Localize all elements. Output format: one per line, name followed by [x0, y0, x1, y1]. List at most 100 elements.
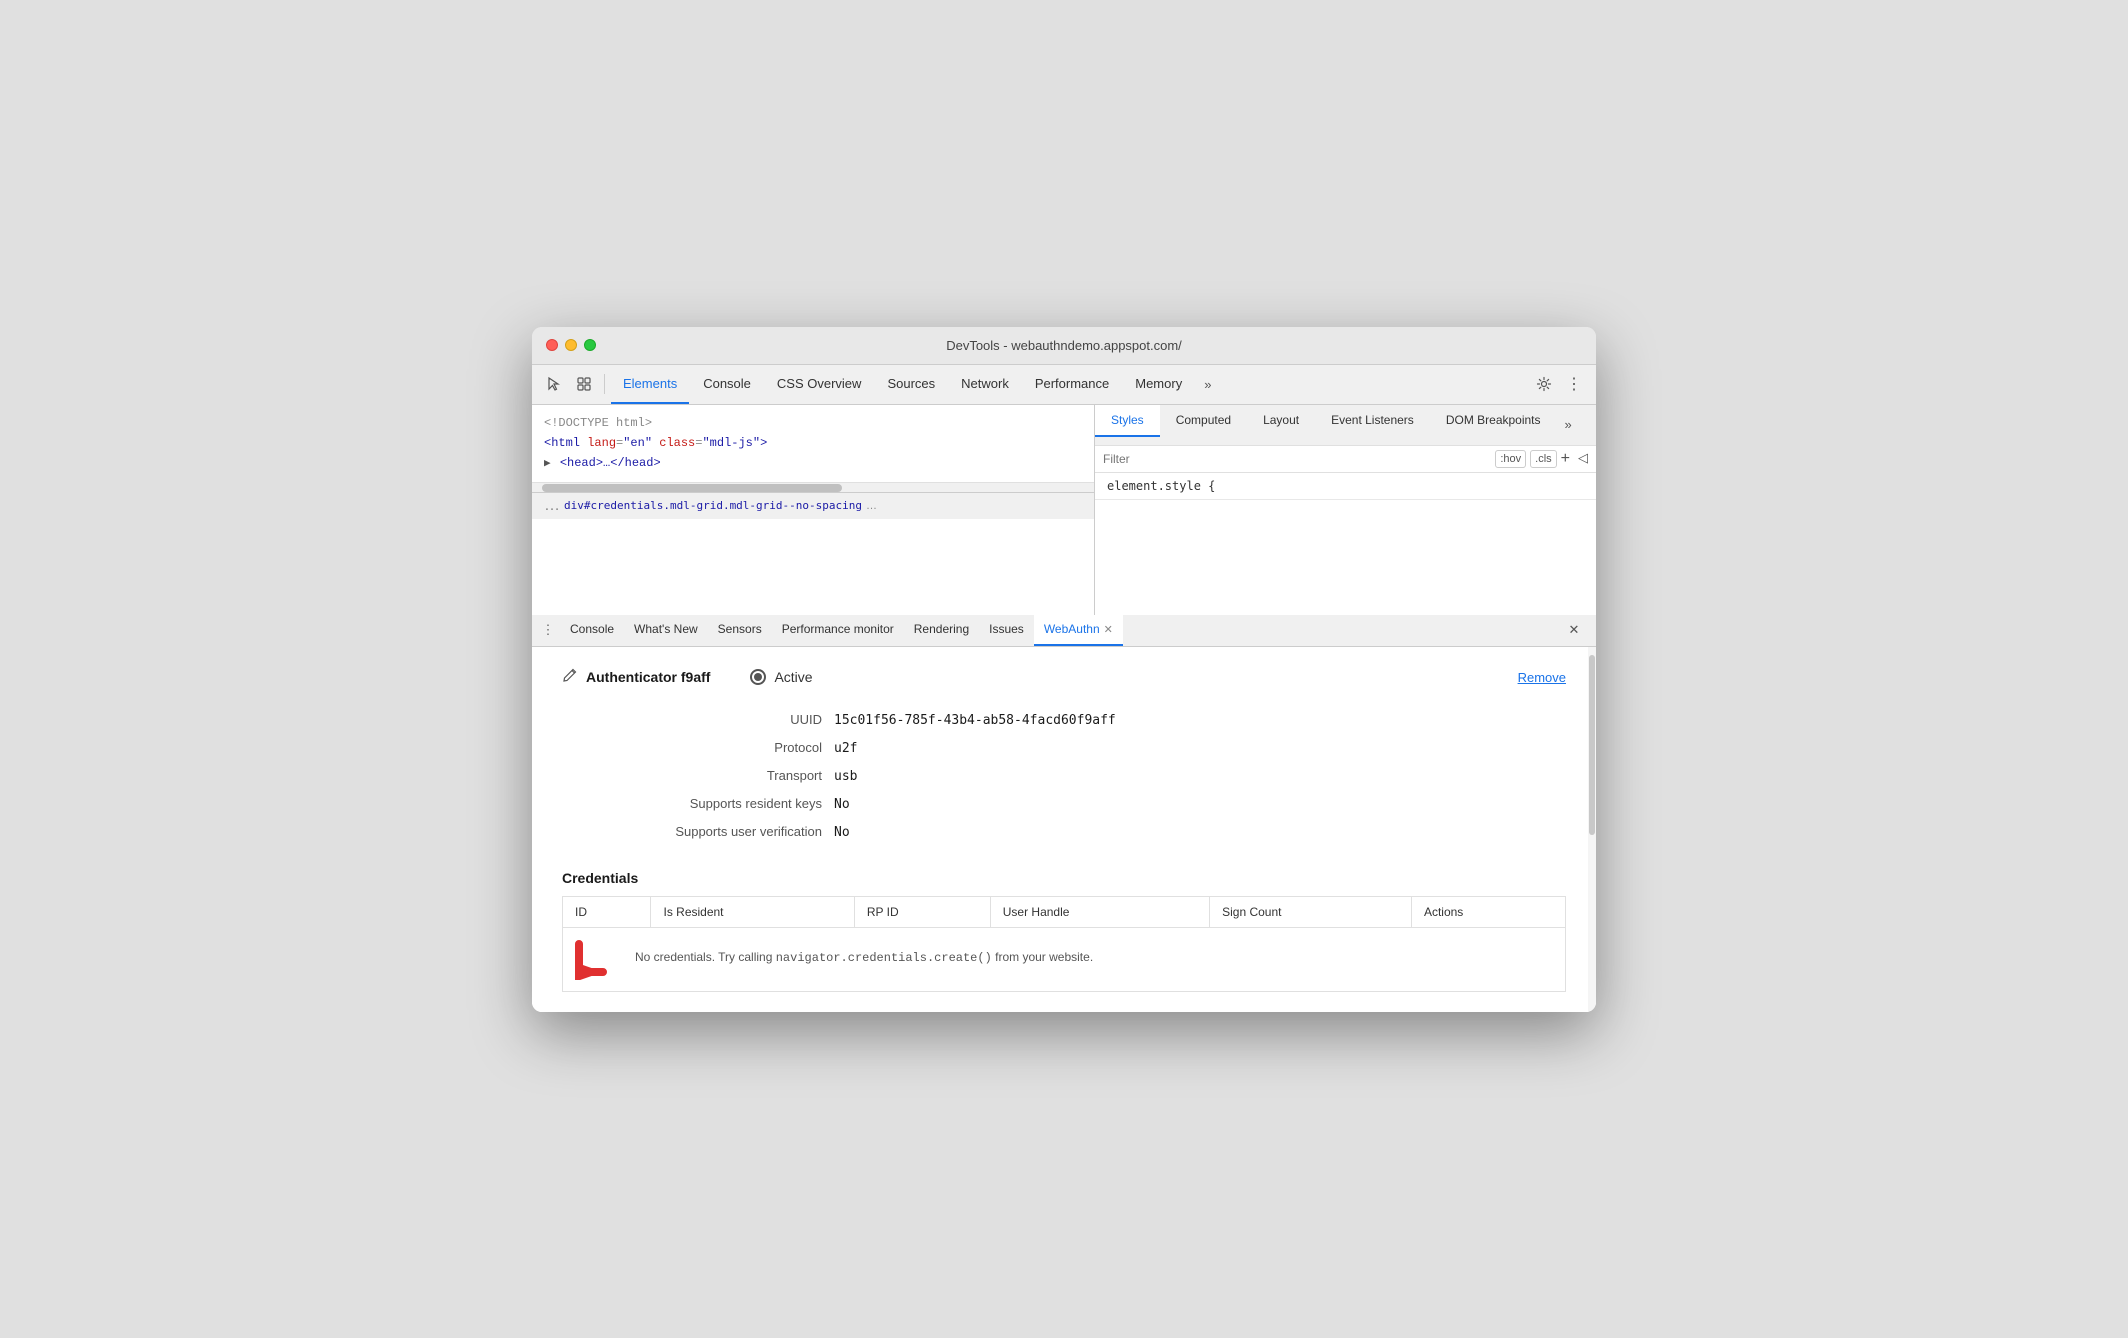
col-is-resident: Is Resident [651, 896, 854, 927]
style-tab-computed[interactable]: Computed [1160, 405, 1247, 437]
protocol-value: u2f [834, 741, 857, 756]
webauthn-tab-close[interactable]: ✕ [1104, 623, 1113, 636]
protocol-label: Protocol [602, 740, 822, 755]
credentials-table: ID Is Resident RP ID User Handle Sign Co… [562, 896, 1566, 992]
style-tab-layout[interactable]: Layout [1247, 405, 1315, 437]
tab-memory[interactable]: Memory [1123, 364, 1194, 404]
title-bar: DevTools - webauthndemo.appspot.com/ [532, 327, 1596, 365]
drawer-tab-console[interactable]: Console [560, 615, 624, 647]
no-credentials-row: No credentials. Try calling navigator.cr… [563, 927, 1566, 991]
radio-inner [754, 673, 762, 681]
devtools-toolbar: Elements Console CSS Overview Sources Ne… [532, 365, 1596, 405]
resident-keys-label: Supports resident keys [602, 796, 822, 811]
breadcrumb-dots[interactable]: … [544, 497, 560, 515]
style-tab-dom-breakpoints[interactable]: DOM Breakpoints [1430, 405, 1557, 437]
col-sign-count: Sign Count [1210, 896, 1412, 927]
drawer-menu-icon[interactable]: ⋮ [536, 616, 560, 644]
drawer-close-button[interactable]: ✕ [1564, 620, 1584, 640]
authenticator-header: Authenticator f9aff Active Remove [562, 667, 1566, 688]
maximize-button[interactable] [584, 339, 596, 351]
tab-css-overview[interactable]: CSS Overview [765, 364, 874, 404]
info-row-protocol: Protocol u2f [602, 740, 1566, 756]
no-credentials-cell: No credentials. Try calling navigator.cr… [563, 927, 1566, 991]
inspect-icon[interactable] [570, 370, 598, 398]
drawer-tab-webauthn[interactable]: WebAuthn ✕ [1034, 615, 1123, 647]
dom-line-2: <html lang="en" class="mdl-js"> [544, 433, 1082, 453]
col-rp-id: RP ID [854, 896, 990, 927]
drawer-tab-perf-monitor[interactable]: Performance monitor [772, 615, 904, 647]
breadcrumb: … div#credentials.mdl-grid.mdl-grid--no-… [532, 492, 1094, 519]
bottom-drawer: ⋮ Console What's New Sensors Performance… [532, 615, 1596, 1012]
drawer-tab-whats-new[interactable]: What's New [624, 615, 708, 647]
no-credentials-text: No credentials. Try calling navigator.cr… [635, 950, 1093, 965]
styles-tabs: Styles Computed Layout Event Listeners D… [1095, 405, 1596, 446]
breadcrumb-path: div#credentials.mdl-grid.mdl-grid--no-sp… [564, 499, 862, 512]
style-tab-event-listeners[interactable]: Event Listeners [1315, 405, 1430, 437]
info-row-user-verification: Supports user verification No [602, 824, 1566, 840]
col-actions: Actions [1411, 896, 1565, 927]
cls-button[interactable]: .cls [1530, 450, 1557, 468]
hov-button[interactable]: :hov [1495, 450, 1526, 468]
user-verification-value: No [834, 825, 850, 840]
dom-content: <!DOCTYPE html> <html lang="en" class="m… [532, 405, 1094, 482]
edit-icon[interactable] [562, 667, 578, 688]
window-title: DevTools - webauthndemo.appspot.com/ [946, 338, 1182, 353]
tab-performance[interactable]: Performance [1023, 364, 1121, 404]
drawer-content: Authenticator f9aff Active Remove UUID [532, 647, 1596, 1012]
credentials-section: Credentials ID Is Resident RP ID User Ha… [562, 870, 1566, 992]
drawer-tab-rendering[interactable]: Rendering [904, 615, 979, 647]
tab-network[interactable]: Network [949, 364, 1021, 404]
scrollbar-thumb-v [1589, 655, 1595, 835]
no-credentials-code: navigator.credentials.create() [776, 951, 992, 965]
styles-panel: Styles Computed Layout Event Listeners D… [1095, 405, 1596, 615]
filter-input[interactable] [1103, 452, 1487, 466]
transport-label: Transport [602, 768, 822, 783]
style-tab-styles[interactable]: Styles [1095, 405, 1160, 437]
drawer-tab-sensors[interactable]: Sensors [708, 615, 772, 647]
info-row-transport: Transport usb [602, 768, 1566, 784]
webauthn-panel: Authenticator f9aff Active Remove UUID [532, 647, 1596, 1012]
active-indicator: Active [750, 669, 1517, 685]
info-row-resident-keys: Supports resident keys No [602, 796, 1566, 812]
col-id: ID [563, 896, 651, 927]
remove-link[interactable]: Remove [1518, 670, 1566, 685]
horizontal-scrollbar[interactable] [532, 482, 1094, 492]
resident-keys-value: No [834, 797, 850, 812]
vertical-scrollbar[interactable] [1588, 647, 1596, 1012]
settings-icon[interactable] [1530, 370, 1558, 398]
dom-line-1: <!DOCTYPE html> [544, 413, 1082, 433]
toggle-sidebar-icon[interactable]: ◁ [1578, 450, 1588, 468]
tab-console[interactable]: Console [691, 364, 763, 404]
info-row-uuid: UUID 15c01f56-785f-43b4-ab58-4facd60f9af… [602, 712, 1566, 728]
active-label: Active [774, 669, 812, 685]
col-user-handle: User Handle [990, 896, 1209, 927]
drawer-tab-issues[interactable]: Issues [979, 615, 1034, 647]
close-button[interactable] [546, 339, 558, 351]
tab-sources[interactable]: Sources [875, 364, 947, 404]
uuid-value: 15c01f56-785f-43b4-ab58-4facd60f9aff [834, 713, 1116, 728]
cursor-icon[interactable] [540, 370, 568, 398]
breadcrumb-more[interactable]: … [866, 500, 877, 512]
scrollbar-thumb [542, 484, 842, 492]
uuid-label: UUID [602, 712, 822, 727]
more-menu-icon[interactable]: ⋮ [1560, 370, 1588, 398]
active-radio[interactable] [750, 669, 766, 685]
more-styles-tabs[interactable]: » [1557, 405, 1580, 445]
dom-panel: <!DOCTYPE html> <html lang="en" class="m… [532, 405, 1095, 615]
add-style-icon[interactable]: + [1561, 450, 1570, 468]
minimize-button[interactable] [565, 339, 577, 351]
top-panels: <!DOCTYPE html> <html lang="en" class="m… [532, 405, 1596, 615]
element-style: element.style { [1095, 473, 1596, 500]
user-verification-label: Supports user verification [602, 824, 822, 839]
authenticator-name: Authenticator f9aff [586, 669, 710, 685]
devtools-window: DevTools - webauthndemo.appspot.com/ Ele… [532, 327, 1596, 1012]
more-tabs-button[interactable]: » [1196, 364, 1219, 404]
tab-elements[interactable]: Elements [611, 364, 689, 404]
red-arrow-icon [575, 936, 627, 980]
drawer-tabs: ⋮ Console What's New Sensors Performance… [532, 615, 1596, 647]
dom-line-3: ▶ <head>…</head> [544, 453, 1082, 474]
toolbar-separator [604, 374, 605, 394]
info-table: UUID 15c01f56-785f-43b4-ab58-4facd60f9af… [602, 712, 1566, 840]
transport-value: usb [834, 769, 857, 784]
styles-filter-bar: :hov .cls + ◁ [1095, 446, 1596, 473]
